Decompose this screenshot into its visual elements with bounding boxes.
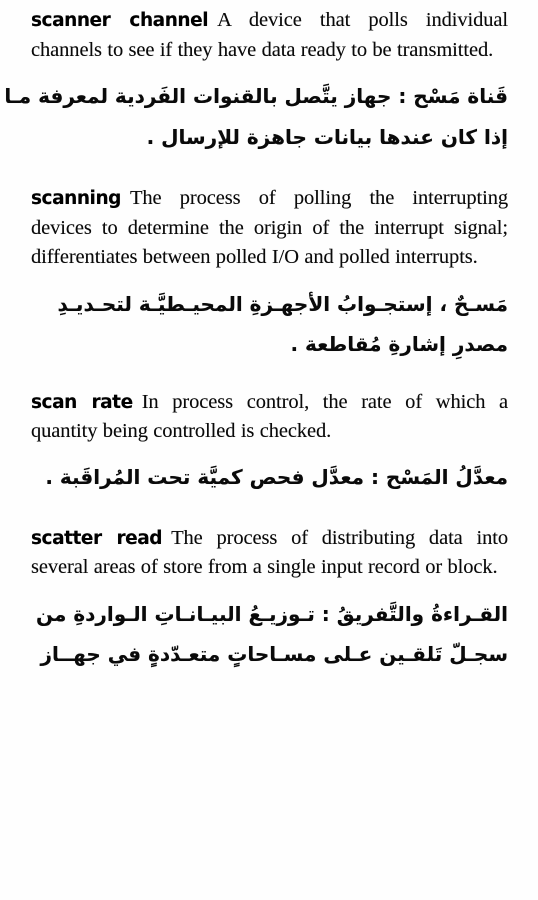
entry-arabic: القـراءةُ والتَّفريقُ : تـوزيـعُ البيـان… xyxy=(31,594,508,674)
entry-arabic: قَناة مَسْح : جهاز يتَّصل بالقنوات الفَر… xyxy=(4,76,508,158)
entry-english: scanner channel A device that polls indiv… xyxy=(31,6,508,65)
entry-arabic-line: معدَّلُ المَسْح : معدَّل فحص كميَّة تحت … xyxy=(45,464,508,489)
entry-list: scanner channel A device that polls indiv… xyxy=(4,6,508,674)
entry-arabic-line: مَسـحٌ ، إستجـوابُ الأجهـزةِ المحيـطيَّـ… xyxy=(57,291,508,316)
entry-arabic-line: سجـلّ تَلقـين عـلى مسـاحاتٍ متعـدّدةٍ في… xyxy=(40,641,508,666)
dictionary-entry: scan rate In process control, the rate of… xyxy=(31,388,508,496)
dictionary-entry: scatter read The process of distributing … xyxy=(31,524,508,674)
dictionary-entry: scanning The process of polling the inter… xyxy=(31,184,508,364)
dictionary-page: scanner channel A device that polls indiv… xyxy=(0,0,538,900)
dictionary-entry: scanner channel A device that polls indiv… xyxy=(4,6,508,158)
entry-english: scanning The process of polling the inter… xyxy=(31,184,508,273)
entry-arabic: مَسـحٌ ، إستجـوابُ الأجهـزةِ المحيـطيَّـ… xyxy=(31,284,508,364)
entry-english: scan rate In process control, the rate of… xyxy=(31,388,508,447)
entry-english: scatter read The process of distributing … xyxy=(31,524,508,583)
entry-arabic: معدَّلُ المَسْح : معدَّل فحص كميَّة تحت … xyxy=(31,458,508,496)
entry-arabic-line: مصدرِ إشارةِ مُقاطعة . xyxy=(290,331,508,356)
entry-headword: scanner channel xyxy=(31,10,209,31)
entry-arabic-line: القـراءةُ والتَّفريقُ : تـوزيـعُ البيـان… xyxy=(36,601,508,626)
entry-headword: scatter read xyxy=(31,527,163,549)
entry-headword: scanning xyxy=(31,188,121,209)
entry-arabic-line: قَناة مَسْح : جهاز يتَّصل بالقنوات الفَر… xyxy=(4,84,508,108)
entry-headword: scan rate xyxy=(31,391,133,413)
entry-arabic-line: إذا كان عندها بيانات جاهزة للإرسال . xyxy=(146,125,508,149)
